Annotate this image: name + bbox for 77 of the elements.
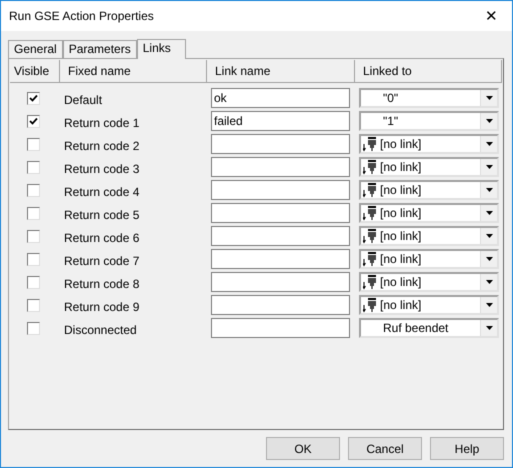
visible-checkbox[interactable] bbox=[27, 230, 40, 242]
link-name-field[interactable] bbox=[211, 318, 350, 338]
plug-icon bbox=[363, 297, 377, 313]
tab[interactable]: General bbox=[8, 40, 63, 58]
dialog-button[interactable]: Help bbox=[430, 437, 504, 460]
caret-icon bbox=[486, 234, 492, 238]
link-name-field[interactable] bbox=[211, 272, 350, 292]
link-name-field[interactable] bbox=[211, 134, 350, 154]
link-name-field[interactable] bbox=[211, 203, 350, 223]
caret-icon bbox=[486, 211, 492, 215]
fixed-name-text: Return code 6 bbox=[63, 231, 140, 245]
caret-icon bbox=[486, 280, 492, 284]
visible-checkbox[interactable] bbox=[27, 92, 40, 104]
fixed-name-text: Return code 4 bbox=[63, 185, 140, 199]
link-name-field[interactable] bbox=[211, 226, 350, 246]
link-name-field[interactable] bbox=[211, 180, 350, 200]
visible-checkbox[interactable] bbox=[27, 298, 40, 312]
caret-icon bbox=[486, 96, 492, 100]
column-header: Linked to bbox=[355, 60, 502, 82]
tab[interactable]: Links bbox=[136, 39, 186, 59]
plug-icon bbox=[363, 251, 377, 267]
plug-icon bbox=[363, 228, 377, 244]
linked-to-dropdown[interactable]: [no link] bbox=[359, 272, 499, 292]
linked-to-dropdown[interactable]: Ruf beendet bbox=[359, 318, 499, 338]
column-header: Link name bbox=[207, 60, 355, 82]
close-button[interactable]: ✕ bbox=[481, 7, 502, 25]
column-header: Visible bbox=[10, 60, 60, 82]
visible-checkbox[interactable] bbox=[27, 322, 40, 334]
visible-checkbox[interactable] bbox=[27, 276, 40, 288]
link-name-field[interactable] bbox=[211, 249, 350, 269]
tab[interactable]: Parameters bbox=[62, 40, 137, 58]
plug-icon bbox=[363, 205, 377, 221]
linked-to-dropdown[interactable]: "1" bbox=[359, 111, 499, 131]
caret-icon bbox=[486, 257, 492, 261]
linked-to-dropdown[interactable]: [no link] bbox=[359, 134, 499, 154]
fixed-name-text: Return code 1 bbox=[63, 116, 140, 130]
linked-to-dropdown[interactable]: [no link] bbox=[359, 295, 499, 315]
dialog-button[interactable]: OK bbox=[266, 437, 340, 460]
fixed-name-text: Return code 3 bbox=[63, 162, 140, 176]
dialog-button[interactable]: Cancel bbox=[348, 437, 422, 460]
visible-checkbox[interactable] bbox=[27, 114, 40, 128]
linked-to-dropdown[interactable]: [no link] bbox=[359, 157, 499, 177]
visible-checkbox[interactable] bbox=[27, 138, 40, 150]
caret-icon bbox=[486, 303, 492, 307]
caret-icon bbox=[486, 188, 492, 192]
visible-checkbox[interactable] bbox=[27, 252, 40, 266]
caret-icon bbox=[486, 142, 492, 146]
plug-icon bbox=[363, 136, 377, 152]
checkmark-icon bbox=[29, 94, 38, 102]
linked-to-dropdown[interactable]: [no link] bbox=[359, 249, 499, 269]
fixed-name-text: Return code 2 bbox=[63, 139, 140, 153]
fixed-name-text: Return code 7 bbox=[63, 254, 140, 268]
link-name-field[interactable] bbox=[211, 157, 350, 177]
fixed-name-text: Disconnected bbox=[63, 323, 138, 337]
visible-checkbox[interactable] bbox=[27, 206, 40, 220]
fixed-name-text: Return code 8 bbox=[63, 277, 140, 291]
fixed-name-text: Return code 9 bbox=[63, 300, 140, 314]
link-name-field[interactable]: ok bbox=[211, 88, 350, 108]
visible-checkbox[interactable] bbox=[27, 160, 40, 174]
linked-to-dropdown[interactable]: [no link] bbox=[359, 226, 499, 246]
plug-icon bbox=[363, 159, 377, 175]
link-name-field[interactable]: failed bbox=[211, 111, 350, 131]
window-title: Run GSE Action Properties bbox=[9, 9, 154, 23]
caret-icon bbox=[486, 165, 492, 169]
checkmark-icon bbox=[29, 116, 38, 126]
fixed-name-text: Return code 5 bbox=[63, 208, 140, 222]
fixed-name-text: Default bbox=[63, 93, 104, 107]
visible-checkbox[interactable] bbox=[27, 184, 40, 196]
caret-icon bbox=[486, 119, 492, 123]
linked-to-dropdown[interactable]: "0" bbox=[359, 88, 499, 108]
link-name-field[interactable] bbox=[211, 295, 350, 315]
caret-icon bbox=[486, 326, 492, 330]
plug-icon bbox=[363, 182, 377, 198]
column-header: Fixed name bbox=[60, 60, 207, 82]
linked-to-dropdown[interactable]: [no link] bbox=[359, 203, 499, 223]
plug-icon bbox=[363, 274, 377, 290]
linked-to-dropdown[interactable]: [no link] bbox=[359, 180, 499, 200]
